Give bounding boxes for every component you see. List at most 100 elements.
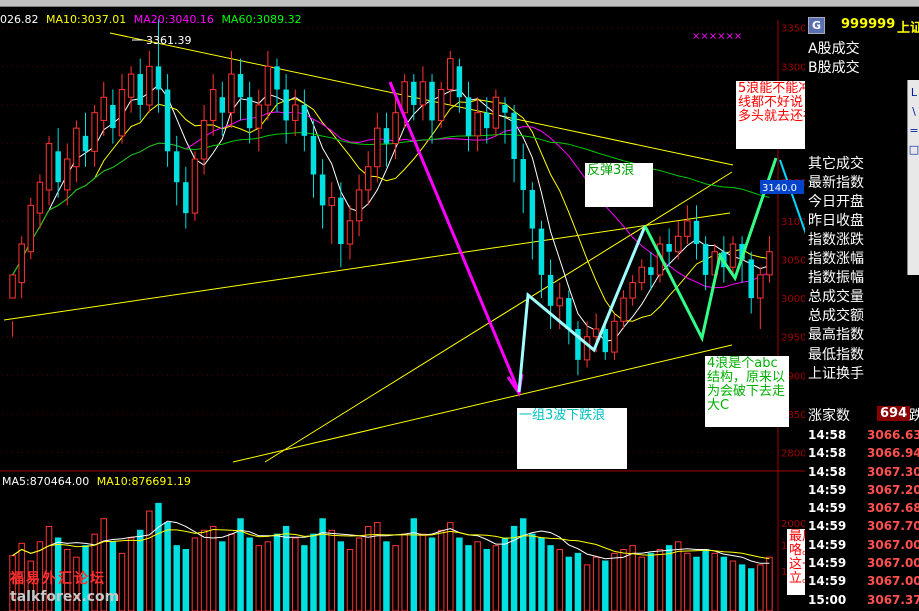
candle-body bbox=[27, 204, 35, 253]
candle-body bbox=[583, 336, 591, 361]
tick-time: 14:58 bbox=[808, 464, 847, 479]
tick-time: 15:00 bbox=[808, 592, 847, 607]
field-label: 上证换手 bbox=[808, 365, 864, 382]
toolbar-glyph[interactable]: L bbox=[908, 86, 919, 99]
vol-ma10-legend: MA10:876691.19 bbox=[96, 475, 191, 488]
candle-body bbox=[338, 197, 344, 244]
volume-bar bbox=[328, 529, 335, 611]
candle-body bbox=[164, 89, 171, 152]
field-label: A股成交 bbox=[808, 41, 860, 57]
ma60-line bbox=[12, 132, 770, 276]
field-label: 总成交额 bbox=[808, 308, 864, 325]
ma5-legend: 026.82 bbox=[0, 13, 39, 26]
volume-bar bbox=[592, 556, 600, 611]
candle-body bbox=[474, 112, 481, 137]
volume-bar bbox=[538, 537, 545, 611]
field-label: 昨日收盘 bbox=[808, 212, 864, 229]
tick-price: 3066.63 bbox=[867, 428, 919, 442]
tick-price: 3067.70 bbox=[867, 519, 919, 534]
volume-bar bbox=[720, 556, 728, 611]
volume-bar bbox=[766, 556, 773, 611]
volume-bar bbox=[474, 541, 481, 611]
tick-price: 3067.20 bbox=[867, 482, 919, 497]
candle-body bbox=[319, 174, 326, 206]
candle-body bbox=[118, 89, 126, 137]
candle-body bbox=[255, 104, 263, 129]
volume-bar bbox=[392, 545, 399, 611]
candle-body bbox=[64, 158, 71, 191]
toolbar-glyph[interactable]: = bbox=[908, 124, 919, 137]
volume-bar bbox=[684, 552, 691, 611]
volume-bar bbox=[556, 549, 563, 611]
ma60-legend: MA60:3089.32 bbox=[221, 13, 302, 26]
candle-body bbox=[429, 81, 435, 121]
volume-bar bbox=[127, 537, 135, 611]
candle-body bbox=[301, 104, 308, 136]
volume-bar bbox=[118, 552, 126, 611]
volume-bar bbox=[729, 560, 737, 611]
rise-row: 涨家数 694 跌 bbox=[805, 404, 919, 424]
tick-row: 14:59 3067.70 bbox=[805, 517, 919, 535]
candle-body bbox=[484, 112, 490, 129]
volume-bar bbox=[711, 552, 718, 611]
tick-price: 3067.00 bbox=[867, 556, 919, 571]
volume-bar bbox=[209, 525, 217, 611]
toolbar-glyph[interactable]: □ bbox=[908, 143, 919, 156]
tick-price: 3067.00 bbox=[867, 574, 919, 589]
price-axis-label: 2950 bbox=[781, 333, 806, 344]
volume-bar bbox=[447, 522, 454, 611]
field-label bbox=[808, 78, 918, 97]
volume-bar bbox=[273, 533, 281, 611]
volume-bar bbox=[656, 549, 664, 611]
toolbar-glyph[interactable]: \ bbox=[908, 105, 919, 118]
quote-header: G 999999 上证 bbox=[805, 14, 919, 36]
candle-body bbox=[611, 320, 618, 353]
volume-bar bbox=[583, 564, 591, 611]
volume-bar bbox=[191, 537, 199, 611]
field-label: 指数涨跌 bbox=[808, 231, 864, 248]
volume-bar bbox=[292, 537, 299, 611]
candle-body bbox=[45, 143, 53, 191]
volume-bar bbox=[301, 545, 308, 611]
tick-row: 15:00 3067.37 bbox=[805, 591, 919, 609]
side-toolbar[interactable]: L \ = □ bbox=[907, 80, 919, 275]
tick-list: 14:58 3066.63 14:58 3066.94 14:58 3067.30 14:5… bbox=[805, 426, 919, 609]
candle-body bbox=[127, 73, 135, 98]
candle-body bbox=[757, 274, 764, 299]
g-icon[interactable]: G bbox=[808, 17, 825, 34]
candle-body bbox=[419, 81, 427, 106]
candle-body bbox=[684, 220, 691, 237]
tick-row: 14:59 3067.00 bbox=[805, 536, 919, 554]
high-marker-label: 3361.39 bbox=[146, 34, 192, 47]
volume-bar bbox=[456, 537, 463, 611]
candle-body bbox=[529, 189, 536, 229]
candle-body bbox=[364, 166, 372, 191]
volume-bar bbox=[565, 556, 573, 611]
volume-ma10-line bbox=[12, 528, 770, 560]
tick-time: 14:59 bbox=[808, 519, 847, 534]
price-axis-label: 3050 bbox=[781, 255, 806, 266]
volume-bar bbox=[182, 549, 190, 611]
volume-bar bbox=[355, 537, 363, 611]
candle-body bbox=[392, 112, 399, 145]
field-label: B股成交 bbox=[808, 60, 860, 77]
candle-body bbox=[82, 135, 89, 152]
volume-bar bbox=[246, 537, 253, 611]
tick-row: 14:59 3067.00 bbox=[805, 554, 919, 572]
candle-body bbox=[246, 97, 253, 129]
candle-body bbox=[566, 298, 572, 329]
candle-body bbox=[383, 128, 390, 144]
field-label bbox=[808, 116, 918, 135]
volume-legend: MA5:870464.00 MA10:876691.19 bbox=[2, 475, 191, 488]
ma5-line bbox=[12, 84, 770, 342]
candle-body bbox=[766, 251, 773, 276]
candle-body bbox=[237, 74, 244, 98]
volume-bar bbox=[602, 560, 609, 611]
candle-body bbox=[693, 220, 700, 244]
candle-body bbox=[9, 274, 16, 299]
price-axis-label: 2800 bbox=[781, 449, 806, 460]
candle-body bbox=[620, 297, 627, 322]
ma-legend: 026.82 MA10:3037.01 MA20:3040.16 MA60:30… bbox=[0, 13, 302, 26]
volume-bar bbox=[529, 533, 536, 611]
rise-value: 694 bbox=[877, 406, 911, 421]
